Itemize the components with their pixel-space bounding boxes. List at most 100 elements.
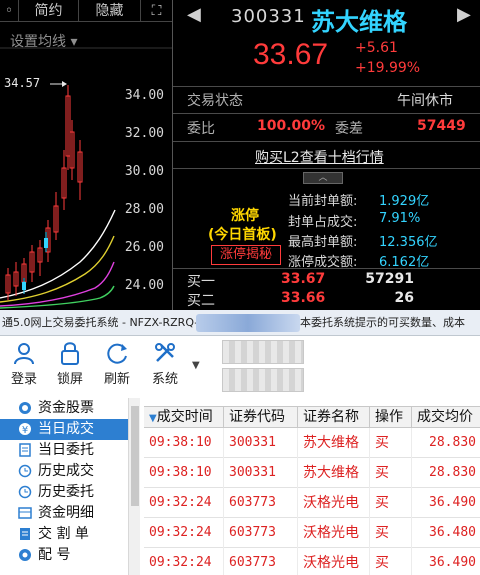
table-cell: 买: [370, 548, 412, 575]
wei-bi-label: 委比: [187, 121, 215, 137]
wallet-icon: [19, 402, 31, 414]
history-doc-icon: [18, 485, 32, 499]
stat-value: 12.356亿: [379, 235, 438, 250]
price-change-percent: +19.99%: [355, 60, 421, 76]
table-cell: 苏大维格: [298, 458, 370, 488]
account-selector[interactable]: [222, 340, 304, 364]
table-cell: 28.830: [429, 465, 476, 480]
quote-panel: ◀ 300331 苏大维格 ▶ 33.67 +5.61 +19.99% 交易状态…: [172, 0, 480, 310]
table-row[interactable]: 09:38:10 300331 苏大维格买 28.830: [144, 458, 480, 488]
table-cell: 买: [370, 428, 412, 458]
trade-status-value: 午间休市: [397, 93, 453, 109]
history-icon: [18, 464, 32, 478]
kline-chart-panel[interactable]: ◦ 简约 隐藏 ⛶ 设置均线 ▾ 34.57 34.00 32.00 30.00…: [0, 0, 172, 310]
table-cell: 沃格光电: [298, 488, 370, 518]
table-cell: 买: [370, 458, 412, 488]
sidebar-scrollbar[interactable]: [128, 398, 140, 575]
bid-price: 33.67: [281, 271, 326, 287]
sidebar-item-today-deals[interactable]: ¥ 当日成交: [0, 419, 128, 440]
column-header-code[interactable]: 证券代码: [224, 407, 298, 429]
bid-volume: 57291: [365, 271, 414, 287]
table-row[interactable]: 09:32:24 603773 沃格光电买 36.480: [144, 518, 480, 548]
table-cell: 苏大维格: [298, 428, 370, 458]
collapse-icon[interactable]: ︿: [303, 172, 343, 184]
ledger-icon: [18, 507, 32, 519]
table-cell: 36.480: [429, 525, 476, 540]
lock-icon: [61, 342, 79, 365]
stat-label: 当前封单额:: [288, 194, 358, 209]
function-tree: 资金股票 ¥ 当日成交 当日委托 历史成交 历史委托 资金明细 交 割 单 配: [0, 398, 140, 575]
doc-icon: [19, 443, 31, 457]
sidebar-item-funds-stocks[interactable]: 资金股票: [0, 398, 128, 419]
window-title-bar[interactable]: 通5.0网上交易委托系统 - NFZX-RZRQ- 本委托系统提示的可买数量、成…: [0, 310, 480, 336]
table-cell: 09:32:24: [144, 518, 224, 548]
system-menu-button[interactable]: 系统: [145, 340, 185, 387]
trade-status-label: 交易状态: [187, 93, 243, 109]
table-cell: 09:38:10: [144, 458, 224, 488]
column-header-action[interactable]: 操作: [370, 407, 412, 429]
next-stock-icon[interactable]: ▶: [457, 4, 471, 25]
stock-name: 苏大维格: [311, 8, 407, 36]
table-header: ▼成交时间 证券代码 证券名称 操作 成交均价: [144, 406, 480, 429]
buy-l2-link[interactable]: 购买L2查看十档行情: [255, 147, 384, 167]
table-cell: 28.830: [429, 435, 476, 450]
refresh-icon: [107, 343, 127, 364]
last-price: 33.67: [253, 38, 329, 71]
column-header-name[interactable]: 证券名称: [298, 407, 370, 429]
stat-label: 最高封单额:: [288, 235, 358, 250]
yen-icon: ¥: [19, 423, 31, 436]
bid-volume: 26: [394, 290, 414, 306]
price-axis-tick: 34.00: [124, 88, 164, 103]
sidebar-item-allotment-number[interactable]: 配 号: [0, 545, 128, 566]
trade-window: 通5.0网上交易委托系统 - NFZX-RZRQ- 本委托系统提示的可买数量、成…: [0, 310, 480, 575]
window-title-notice: 本委托系统提示的可买数量、成本: [300, 316, 465, 329]
limit-up-reveal-button[interactable]: 涨停揭秘: [211, 245, 281, 265]
table-row[interactable]: 09:32:24 603773 沃格光电买 36.490: [144, 488, 480, 518]
price-axis-tick: 28.00: [124, 202, 164, 217]
bid-price: 33.66: [281, 290, 326, 306]
column-header-avg-price[interactable]: 成交均价: [412, 407, 480, 429]
user-icon: [14, 343, 34, 365]
stat-label: 封单占成交:: [288, 215, 358, 230]
price-change: +5.61: [355, 40, 398, 56]
svg-text:¥: ¥: [22, 425, 28, 436]
table-cell: 36.490: [429, 495, 476, 510]
prev-stock-icon[interactable]: ◀: [187, 4, 201, 25]
stat-value: 1.929亿: [379, 194, 430, 209]
stat-value: 7.91%: [379, 211, 421, 226]
delivery-icon: [20, 528, 30, 540]
table-cell: 沃格光电: [298, 518, 370, 548]
table-cell: 买: [370, 518, 412, 548]
wei-cha-label: 委差: [335, 121, 363, 137]
lock-screen-button[interactable]: 锁屏: [50, 340, 90, 387]
sidebar-item-history-orders[interactable]: 历史委托: [0, 482, 128, 503]
login-button[interactable]: 登录: [4, 340, 44, 387]
window-title: 通5.0网上交易委托系统 - NFZX-RZRQ-: [2, 316, 199, 329]
system-dropdown-icon[interactable]: ▼: [192, 360, 200, 371]
table-cell: 沃格光电: [298, 548, 370, 575]
sidebar-item-history-deals[interactable]: 历史成交: [0, 461, 128, 482]
price-axis-tick: 26.00: [124, 240, 164, 255]
account-info: [222, 368, 304, 392]
table-cell: 300331: [224, 428, 298, 458]
sidebar-item-fund-details[interactable]: 资金明细: [0, 503, 128, 524]
stock-code: 300331: [231, 6, 306, 27]
limit-up-subtitle: (今日首板): [208, 227, 277, 243]
number-icon: [19, 549, 31, 561]
price-axis-tick: 30.00: [124, 164, 164, 179]
table-cell: 09:38:10: [144, 428, 224, 458]
table-cell: 300331: [224, 458, 298, 488]
sidebar-item-today-orders[interactable]: 当日委托: [0, 440, 128, 461]
refresh-button[interactable]: 刷新: [97, 340, 137, 387]
high-price-marker: 34.57: [4, 76, 41, 90]
deals-table: ▼成交时间 证券代码 证券名称 操作 成交均价 09:38:10 300331 苏大…: [144, 406, 480, 575]
redacted-account: [196, 314, 300, 332]
wei-cha-value: 57449: [417, 118, 466, 134]
sidebar-item-delivery-slip[interactable]: 交 割 单: [0, 524, 128, 545]
table-row[interactable]: 09:38:10 300331 苏大维格买 28.830: [144, 428, 480, 458]
column-header-time[interactable]: ▼成交时间: [144, 407, 224, 429]
table-row[interactable]: 09:32:24 603773 沃格光电买 36.490: [144, 548, 480, 575]
table-cell: 603773: [224, 548, 298, 575]
table-cell: 36.490: [429, 555, 476, 570]
price-axis-tick: 32.00: [124, 126, 164, 141]
